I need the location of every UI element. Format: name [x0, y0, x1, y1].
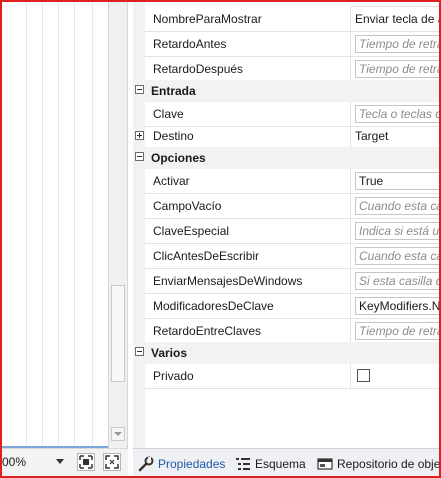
- property-input[interactable]: Indica si está uti: [355, 222, 441, 240]
- property-value[interactable]: Tiempo de retra: [351, 32, 441, 57]
- zoom-level[interactable]: 00%: [2, 455, 26, 469]
- property-row[interactable]: NombreParaMostrar Enviar tecla de a: [133, 7, 441, 32]
- property-input[interactable]: Tiempo de retra: [355, 60, 441, 78]
- property-input[interactable]: Si esta casilla d: [355, 272, 441, 290]
- property-value[interactable]: Si esta casilla d: [351, 269, 441, 294]
- property-input[interactable]: Tecla o teclas q: [355, 105, 441, 123]
- fit-screen-icon: [79, 455, 93, 469]
- property-value[interactable]: Tiempo de retra: [351, 319, 441, 344]
- property-input[interactable]: Tiempo de retra: [355, 35, 441, 53]
- property-input[interactable]: Cuando esta cas: [355, 197, 441, 215]
- property-value[interactable]: Indica si está uti: [351, 219, 441, 244]
- reset-zoom-button[interactable]: [103, 453, 121, 471]
- property-name: RetardoAntes: [145, 32, 351, 57]
- tab-propiedades[interactable]: Propiedades: [138, 455, 225, 473]
- property-value[interactable]: True: [351, 169, 441, 194]
- property-name: ClaveEspecial: [145, 219, 351, 244]
- property-name: Activar: [145, 169, 351, 194]
- tab-esquema[interactable]: Esquema: [235, 455, 306, 473]
- outline-list-icon: [236, 458, 250, 470]
- property-row[interactable]: Activar True: [133, 169, 441, 194]
- property-value[interactable]: Cuando esta cas: [351, 194, 441, 219]
- property-name: ClicAntesDeEscribir: [145, 244, 351, 269]
- property-name: Privado: [145, 364, 351, 389]
- canvas-guide: [58, 0, 59, 448]
- property-row[interactable]: RetardoEntreClaves Tiempo de retra: [133, 319, 441, 344]
- fit-to-screen-button[interactable]: [77, 453, 95, 471]
- property-input[interactable]: KeyModifiers.No: [355, 297, 441, 315]
- zoom-bar: 00%: [0, 448, 128, 478]
- privado-checkbox[interactable]: [357, 369, 370, 382]
- property-row[interactable]: RetardoAntes Tiempo de retra: [133, 32, 441, 57]
- canvas-guide: [42, 0, 43, 448]
- property-row[interactable]: Privado: [133, 364, 441, 389]
- tab-label: Propiedades: [158, 457, 226, 471]
- scroll-down-button[interactable]: [111, 427, 125, 441]
- property-name: EnviarMensajesDeWindows: [145, 269, 351, 294]
- property-grid: NombreParaMostrar Enviar tecla de a Reta…: [133, 0, 441, 448]
- property-row[interactable]: ClaveEspecial Indica si está uti: [133, 219, 441, 244]
- property-row[interactable]: Destino Target: [133, 124, 441, 149]
- panel-tabs: Propiedades Esquema Repositorio de obje: [133, 448, 441, 478]
- category-label: Varios: [151, 346, 188, 360]
- vertical-scrollbar[interactable]: [108, 0, 128, 448]
- property-input[interactable]: Tiempo de retra: [355, 322, 441, 340]
- property-name: RetardoEntreClaves: [145, 319, 351, 344]
- tab-label: Repositorio de obje: [337, 457, 441, 471]
- repository-icon: [317, 458, 333, 470]
- property-name: Destino: [145, 124, 351, 149]
- expand-icon[interactable]: [135, 131, 144, 140]
- property-value[interactable]: Cuando esta cas: [351, 244, 441, 269]
- collapse-icon[interactable]: [135, 85, 144, 94]
- property-value: [351, 364, 441, 389]
- property-input[interactable]: Cuando esta cas: [355, 247, 441, 265]
- clipped-row: [351, 0, 441, 7]
- property-value[interactable]: Enviar tecla de a: [351, 7, 441, 32]
- category-label: Entrada: [151, 84, 196, 98]
- property-row[interactable]: CampoVacío Cuando esta cas: [133, 194, 441, 219]
- property-row[interactable]: ClicAntesDeEscribir Cuando esta cas: [133, 244, 441, 269]
- category-opciones[interactable]: Opciones: [133, 147, 441, 169]
- scrollbar-thumb[interactable]: [111, 285, 125, 382]
- collapse-icon[interactable]: [135, 347, 144, 356]
- tab-label: Esquema: [255, 457, 306, 471]
- category-varios[interactable]: Varios: [133, 342, 441, 364]
- property-value[interactable]: KeyModifiers.No: [351, 294, 441, 319]
- canvas-guide: [92, 0, 93, 448]
- property-name: RetardoDespués: [145, 57, 351, 82]
- tab-repositorio[interactable]: Repositorio de obje: [317, 455, 440, 473]
- designer-canvas[interactable]: [0, 0, 108, 448]
- property-name: ModificadoresDeClave: [145, 294, 351, 319]
- zoom-dropdown-icon[interactable]: [56, 459, 64, 464]
- canvas-guide: [26, 0, 27, 448]
- actual-size-icon: [105, 455, 119, 469]
- property-value[interactable]: Tiempo de retra: [351, 57, 441, 82]
- property-name: NombreParaMostrar: [145, 7, 351, 32]
- wrench-icon: [138, 456, 154, 472]
- property-input[interactable]: True: [355, 172, 441, 190]
- category-label: Opciones: [151, 151, 206, 165]
- chevron-down-icon: [114, 432, 122, 436]
- property-name: CampoVacío: [145, 194, 351, 219]
- property-row[interactable]: RetardoDespués Tiempo de retra: [133, 57, 441, 82]
- canvas-guide: [74, 0, 75, 448]
- property-row[interactable]: ModificadoresDeClave KeyModifiers.No: [133, 294, 441, 319]
- property-row[interactable]: EnviarMensajesDeWindows Si esta casilla …: [133, 269, 441, 294]
- collapse-icon[interactable]: [135, 152, 144, 161]
- category-entrada[interactable]: Entrada: [133, 80, 441, 102]
- property-value[interactable]: Target: [351, 124, 441, 149]
